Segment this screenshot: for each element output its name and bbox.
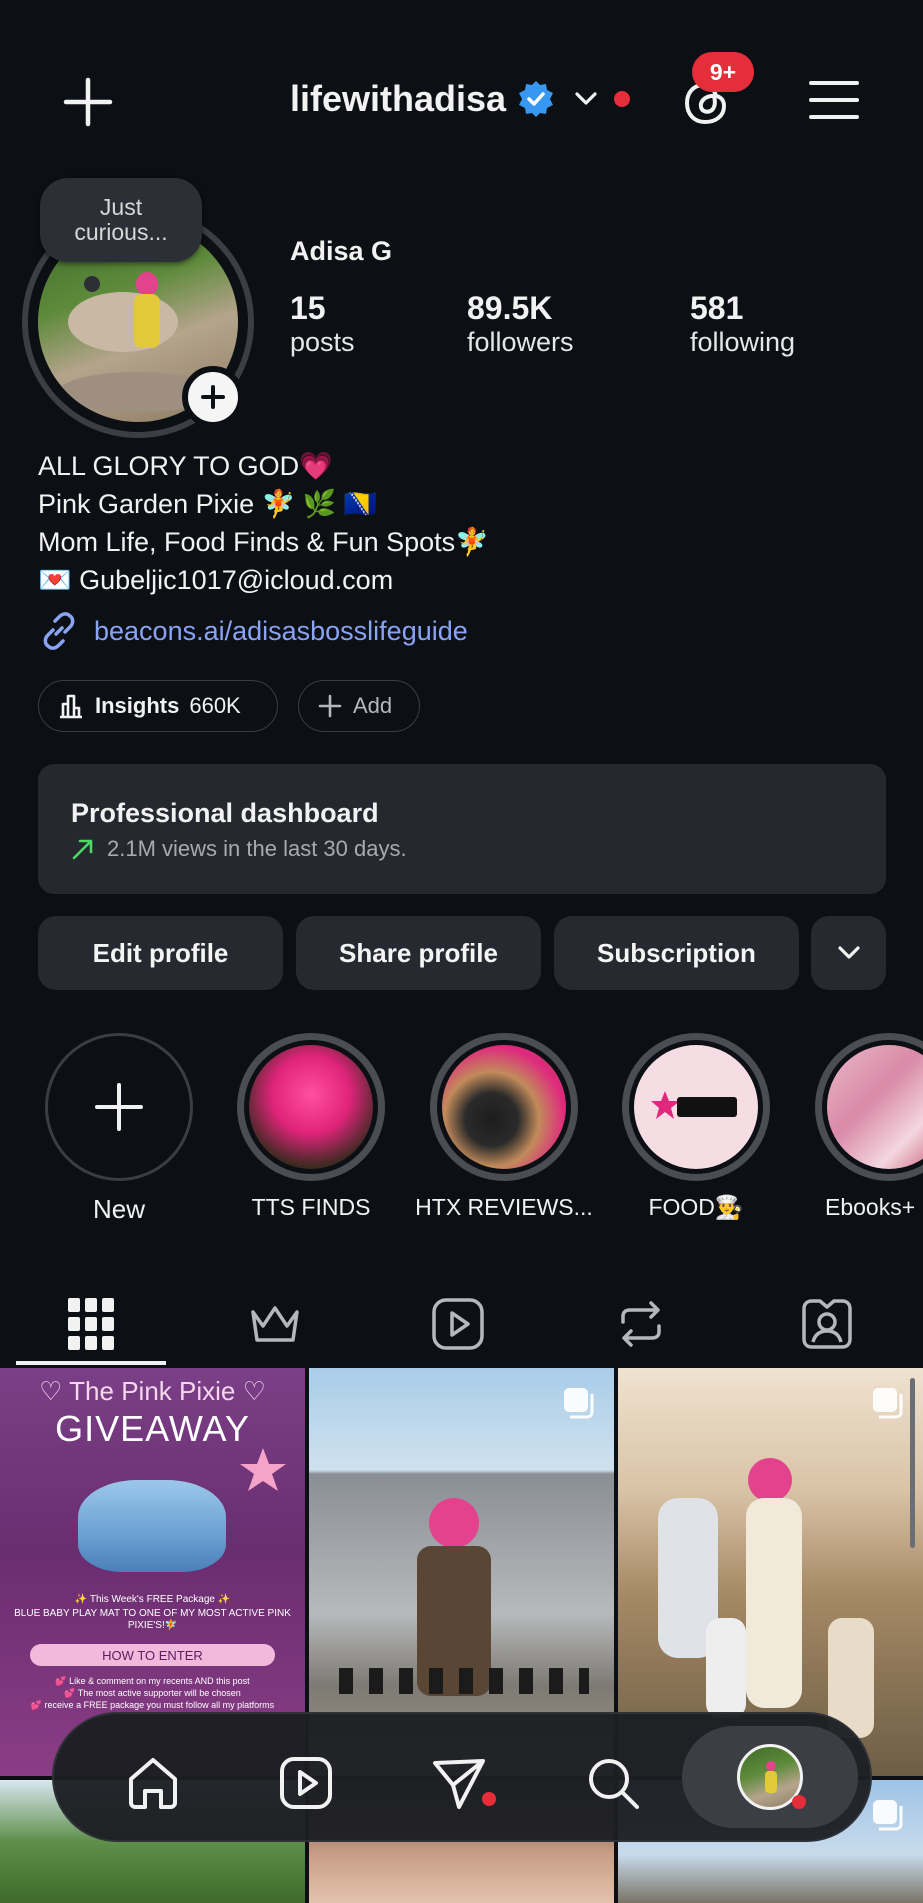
bio-line: Mom Life, Food Finds & Fun Spots🧚 (38, 527, 489, 557)
plus-icon (318, 694, 342, 718)
highlight-cover (827, 1045, 923, 1169)
reels-icon (432, 1298, 484, 1350)
highlight-cover (634, 1045, 758, 1169)
nav-reels[interactable] (271, 1748, 341, 1818)
add-story-button[interactable] (182, 366, 244, 428)
highlight-label: FOOD👨‍🍳 (648, 1194, 744, 1220)
plus-icon (201, 385, 225, 409)
tab-grid[interactable] (16, 1278, 166, 1370)
following-stat[interactable]: 581 following (690, 290, 795, 358)
highlight-ring (237, 1033, 385, 1181)
highlight-tts-finds[interactable] (237, 1033, 385, 1181)
bio-link[interactable]: beacons.ai/adisasbosslifeguide (38, 610, 468, 652)
trending-up-icon (72, 839, 93, 860)
giveaway-line: 💕 The most active supporter will be chos… (64, 1688, 241, 1698)
new-highlight-ring (45, 1033, 193, 1181)
note-text: Just curious... (74, 194, 168, 245)
search-icon (589, 1759, 639, 1809)
tab-subscriptions[interactable] (200, 1278, 350, 1370)
nav-profile[interactable] (682, 1726, 858, 1828)
edit-profile-button[interactable]: Edit profile (38, 916, 283, 990)
direct-message-icon (433, 1759, 485, 1809)
plus-icon (63, 77, 113, 127)
unread-dot (614, 91, 631, 107)
bio-line: ALL GLORY TO GOD💗 (38, 451, 333, 481)
link-icon (43, 612, 75, 650)
direct-unread-dot (482, 1792, 496, 1806)
active-tab-indicator (16, 1361, 166, 1365)
menu-icon (809, 81, 859, 119)
link-text: beacons.ai/adisasbosslifeguide (94, 615, 468, 646)
crown-icon (251, 1306, 299, 1342)
highlight-label: Ebooks+ (825, 1194, 916, 1220)
tab-tagged[interactable] (752, 1278, 902, 1370)
highlight-ring (815, 1033, 923, 1181)
highlight-htx-reviews[interactable] (430, 1033, 578, 1181)
display-name: Adisa G (290, 236, 393, 266)
nav-home[interactable] (118, 1748, 188, 1818)
dashboard-title: Professional dashboard (71, 798, 379, 828)
giveaway-line: 💕 Like & comment on my recents AND this … (55, 1676, 250, 1686)
create-button[interactable] (62, 76, 114, 128)
note-bubble-tail (84, 276, 100, 292)
followers-stat[interactable]: 89.5K followers (467, 290, 574, 358)
nav-search[interactable] (578, 1748, 648, 1818)
highlight-cover (249, 1045, 373, 1169)
verified-icon (519, 81, 554, 117)
account-switcher[interactable]: lifewithadisa (290, 78, 631, 120)
bio-line: Pink Garden Pixie 🧚 🌿 🇧🇦 (38, 489, 378, 519)
giveaway-header: ♡ The Pink Pixie ♡ (39, 1376, 266, 1406)
bio-line: 💌 Gubeljic1017@icloud.com (38, 565, 394, 595)
tab-reposts[interactable] (566, 1278, 716, 1370)
giveaway-line: ✨ This Week's FREE Package ✨ (74, 1594, 231, 1605)
username: lifewithadisa (290, 78, 507, 119)
carousel-icon (873, 1800, 903, 1831)
scrollbar[interactable] (910, 1378, 915, 1548)
tagged-icon (802, 1299, 852, 1349)
how-to-enter-banner: HOW TO ENTER (30, 1644, 275, 1666)
food-logo (651, 1091, 737, 1119)
reposts-icon (621, 1301, 661, 1347)
notification-badge: 9+ (692, 52, 754, 92)
posts-stat[interactable]: 15 posts (290, 290, 355, 358)
chevron-down-icon (837, 946, 860, 959)
highlight-cover (442, 1045, 566, 1169)
reels-icon (280, 1757, 332, 1809)
highlight-label: HTX REVIEWS... (415, 1194, 593, 1220)
tab-reels[interactable] (383, 1278, 533, 1370)
nav-direct[interactable] (424, 1748, 494, 1818)
chevron-down-icon (575, 92, 597, 105)
highlight-ebooks[interactable] (815, 1033, 923, 1181)
plus-icon (95, 1083, 143, 1131)
giveaway-line: 💕 receive a FREE package you must follow… (30, 1700, 275, 1710)
subscription-button[interactable]: Subscription (554, 916, 799, 990)
profile-unread-dot (792, 1795, 806, 1809)
highlight-food[interactable] (622, 1033, 770, 1181)
bar-chart-icon (60, 694, 82, 719)
carousel-icon (873, 1388, 903, 1419)
highlight-new[interactable] (45, 1033, 193, 1181)
highlight-label: TTS FINDS (251, 1194, 371, 1220)
suggested-accounts-button[interactable] (811, 916, 886, 990)
dashboard-subtitle: 2.1M views in the last 30 days. (107, 836, 407, 861)
professional-dashboard-card[interactable]: Professional dashboard 2.1M views in the… (38, 764, 886, 894)
carousel-icon (564, 1388, 594, 1419)
play-mat-image (78, 1480, 226, 1572)
highlight-ring (622, 1033, 770, 1181)
giveaway-line: BLUE BABY PLAY MAT TO ONE OF MY MOST ACT… (14, 1608, 291, 1631)
giveaway-title: GIVEAWAY (55, 1408, 250, 1449)
highlight-ring (430, 1033, 578, 1181)
add-chip[interactable]: Add (298, 680, 420, 732)
insights-chip[interactable]: Insights 660K (38, 680, 278, 732)
menu-button[interactable] (808, 78, 860, 122)
note-bubble[interactable]: Just curious... (40, 178, 202, 262)
star-decoration (240, 1448, 286, 1491)
share-profile-button[interactable]: Share profile (296, 916, 541, 990)
grid-icon (68, 1298, 114, 1350)
home-icon (129, 1758, 177, 1809)
highlight-label: New (92, 1194, 145, 1224)
